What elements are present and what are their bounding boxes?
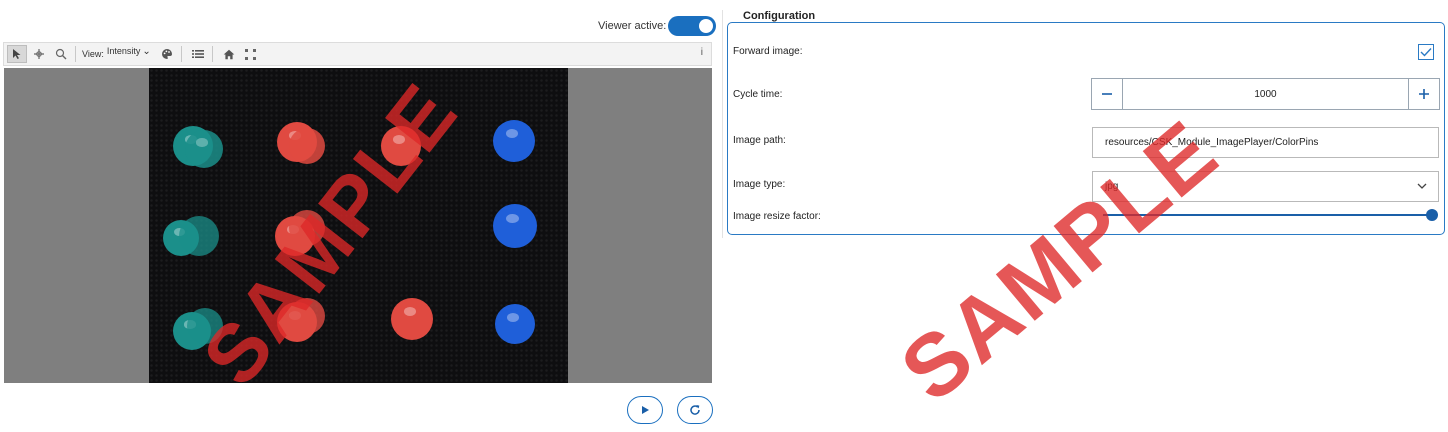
refresh-button[interactable]: [677, 396, 713, 424]
viewer-toolbar: View: Intensity ⌄ i: [3, 42, 712, 66]
cycle-time-stepper: 1000: [1091, 78, 1440, 110]
view-mode-select[interactable]: Intensity ⌄: [107, 46, 151, 57]
blue-pin: [495, 304, 535, 344]
image-viewer-canvas[interactable]: SAMPLE: [4, 67, 712, 402]
image-type-label: Image type:: [733, 179, 786, 190]
refresh-icon: [690, 405, 700, 415]
chevron-down-icon: [1417, 183, 1427, 189]
checkmark-icon: [1420, 48, 1432, 57]
toggle-knob: [699, 19, 713, 33]
chevron-down-icon: ⌄: [142, 45, 151, 57]
toolbar-divider: [75, 46, 76, 62]
pointer-icon[interactable]: [7, 45, 27, 63]
viewer-active-label: Viewer active:: [598, 20, 667, 32]
cycle-time-label: Cycle time:: [733, 89, 783, 100]
configuration-title: Configuration: [741, 10, 818, 22]
toolbar-divider: [180, 46, 182, 62]
fit-icon[interactable]: [241, 45, 261, 63]
decrement-button[interactable]: [1092, 79, 1123, 109]
blue-pin: [493, 120, 535, 162]
toolbar-divider: [211, 46, 213, 62]
red-pin: [391, 298, 433, 340]
info-icon[interactable]: i: [701, 47, 703, 58]
home-icon[interactable]: [219, 45, 239, 63]
blue-pin: [493, 204, 537, 248]
view-label: View:: [82, 49, 104, 59]
plus-icon: [1419, 89, 1429, 99]
teal-pin: [185, 130, 223, 168]
forward-image-checkbox[interactable]: [1418, 44, 1434, 60]
minus-icon: [1102, 93, 1112, 95]
image-resize-factor-label: Image resize factor:: [733, 211, 821, 222]
pan-icon[interactable]: [29, 45, 49, 63]
red-pin: [289, 128, 325, 164]
slider-thumb[interactable]: [1426, 209, 1438, 221]
teal-pin: [179, 216, 219, 256]
play-icon: [642, 406, 649, 414]
increment-button[interactable]: [1408, 79, 1439, 109]
play-button[interactable]: [627, 396, 663, 424]
view-mode-value: Intensity: [106, 46, 141, 56]
forward-image-label: Forward image:: [733, 46, 803, 57]
viewer-active-toggle[interactable]: [668, 16, 716, 36]
palette-icon[interactable]: [157, 45, 177, 63]
image-path-label: Image path:: [733, 135, 786, 146]
list-icon[interactable]: [188, 45, 208, 63]
zoom-icon[interactable]: [51, 45, 71, 63]
panel-divider: [722, 10, 723, 238]
